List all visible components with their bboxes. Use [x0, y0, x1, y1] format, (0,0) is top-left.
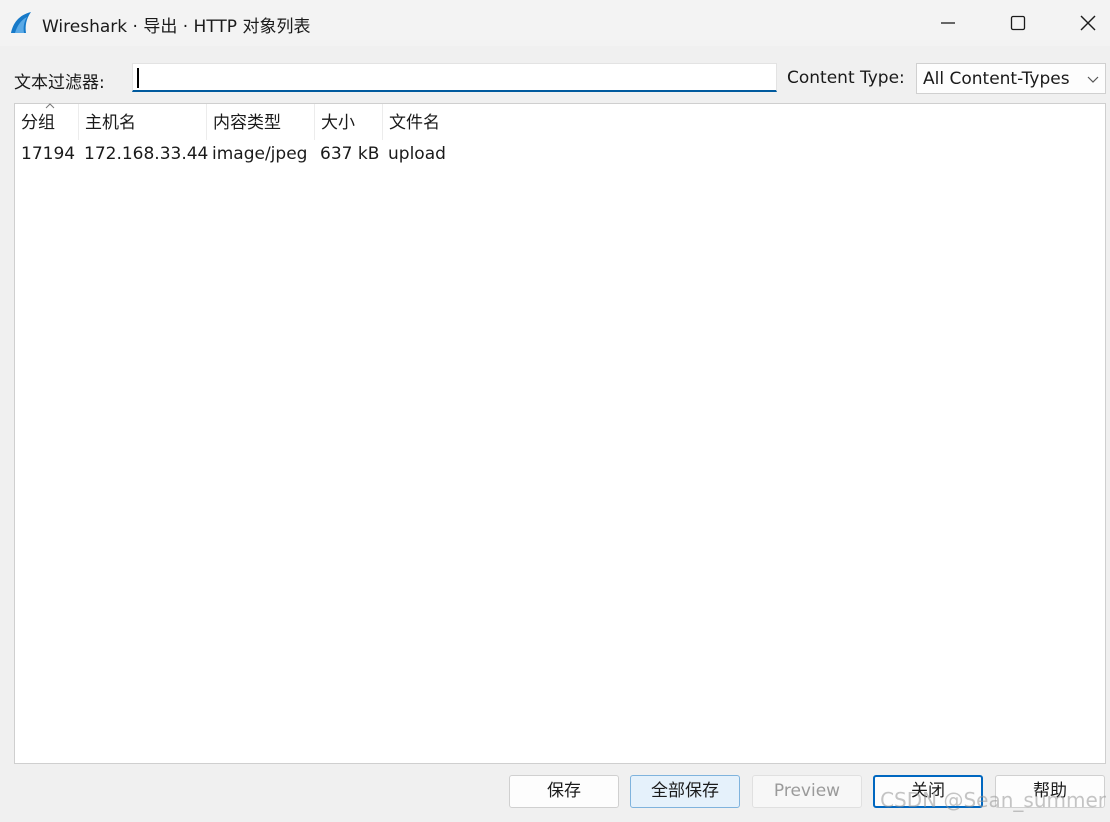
save-button[interactable]: 保存 — [509, 775, 619, 808]
content-type-label: Content Type: — [787, 68, 905, 88]
maximize-icon — [1010, 15, 1026, 31]
sort-ascending-icon — [45, 103, 55, 109]
chevron-down-icon — [1087, 76, 1099, 83]
column-header-packet[interactable]: 分组 — [15, 103, 79, 140]
column-header-filename[interactable]: 文件名 — [383, 104, 503, 140]
content-type-select[interactable]: All Content-Types — [916, 63, 1106, 94]
table-header: 分组 主机名 内容类型 大小 文件名 — [15, 103, 1105, 140]
text-filter-input[interactable] — [132, 63, 777, 92]
cell-filename: upload — [388, 144, 446, 164]
http-object-table[interactable]: 分组 主机名 内容类型 大小 文件名 17194 172.168.33.44 i… — [14, 103, 1106, 764]
minimize-button[interactable] — [913, 0, 983, 46]
column-header-label: 大小 — [321, 113, 355, 133]
help-button[interactable]: 帮助 — [995, 775, 1105, 808]
cell-size: 637 kB — [320, 144, 380, 164]
table-row[interactable]: 17194 172.168.33.44 image/jpeg 637 kB up… — [15, 140, 1105, 168]
text-filter-label: 文本过滤器: — [14, 73, 105, 93]
text-caret — [137, 68, 139, 88]
content-type-value: All Content-Types — [923, 69, 1070, 89]
close-window-button[interactable] — [1053, 0, 1110, 46]
close-button[interactable]: 关闭 — [873, 775, 983, 808]
filter-toolbar: 文本过滤器: Content Type: All Content-Types — [0, 56, 1110, 96]
cell-packet: 17194 — [21, 144, 76, 164]
column-header-label: 文件名 — [389, 113, 440, 133]
title-bar: Wireshark · 导出 · HTTP 对象列表 — [0, 0, 1110, 46]
column-header-label: 分组 — [21, 113, 55, 133]
cell-content-type: image/jpeg — [212, 144, 308, 164]
close-icon — [1080, 15, 1096, 31]
column-header-label: 内容类型 — [213, 113, 281, 133]
save-all-button[interactable]: 全部保存 — [630, 775, 740, 808]
wireshark-fin-icon — [9, 11, 33, 35]
column-header-content-type[interactable]: 内容类型 — [207, 104, 315, 140]
column-header-hostname[interactable]: 主机名 — [79, 104, 207, 140]
column-header-label: 主机名 — [85, 113, 136, 133]
column-header-size[interactable]: 大小 — [315, 104, 383, 140]
window-title: Wireshark · 导出 · HTTP 对象列表 — [42, 17, 311, 37]
minimize-icon — [941, 22, 955, 24]
cell-hostname: 172.168.33.44 — [84, 144, 209, 164]
maximize-button[interactable] — [983, 0, 1053, 46]
preview-button[interactable]: Preview — [752, 775, 862, 808]
